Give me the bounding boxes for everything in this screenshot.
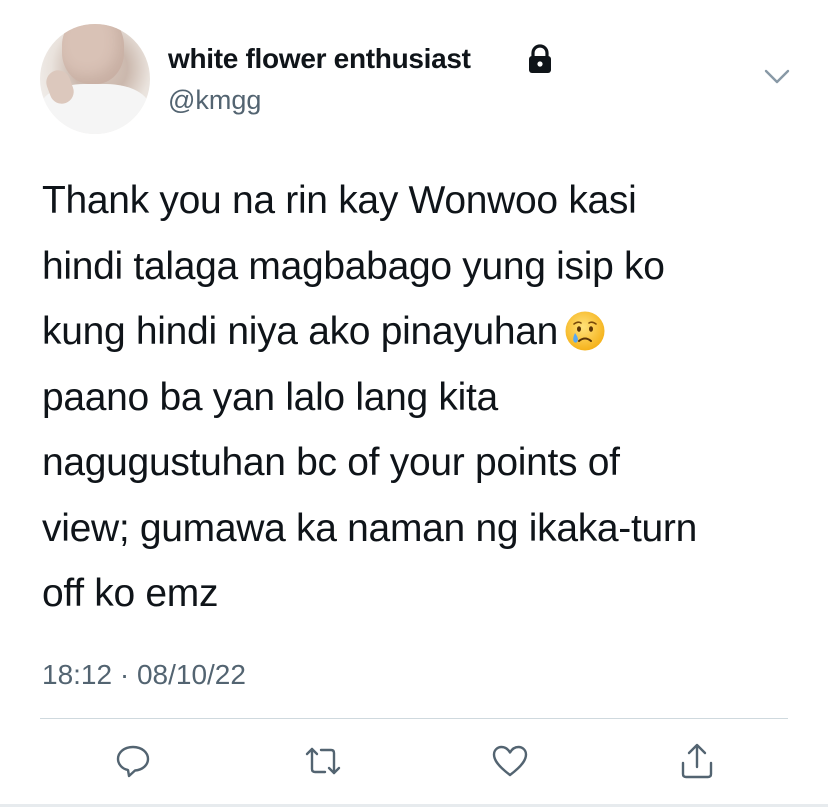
heart-icon	[492, 745, 528, 777]
crying-face-icon	[565, 311, 605, 351]
tweet-text-part2: paano ba yan lalo lang kita nagugustuhan…	[42, 375, 697, 616]
share-icon	[681, 743, 713, 779]
tweet-detail: white flower enthusiast @kmgg Thank you …	[0, 0, 828, 807]
avatar[interactable]	[40, 24, 150, 134]
lock-icon	[529, 44, 551, 73]
like-button[interactable]	[489, 740, 531, 782]
tweet-text: Thank you na rin kay Wonwoo kasi hindi t…	[42, 168, 812, 627]
avatar-face	[62, 24, 124, 84]
retweet-icon	[305, 747, 341, 775]
share-button[interactable]	[676, 740, 718, 782]
divider	[40, 718, 788, 719]
retweet-button[interactable]	[302, 740, 344, 782]
reply-icon	[116, 745, 150, 778]
chevron-down-icon[interactable]	[764, 68, 790, 86]
display-name[interactable]: white flower enthusiast	[168, 42, 471, 76]
user-handle[interactable]: @kmgg	[168, 84, 261, 116]
tweet-timestamp[interactable]: 18:12 · 08/10/22	[42, 658, 246, 692]
reply-button[interactable]	[112, 740, 154, 782]
action-bar	[0, 740, 828, 784]
